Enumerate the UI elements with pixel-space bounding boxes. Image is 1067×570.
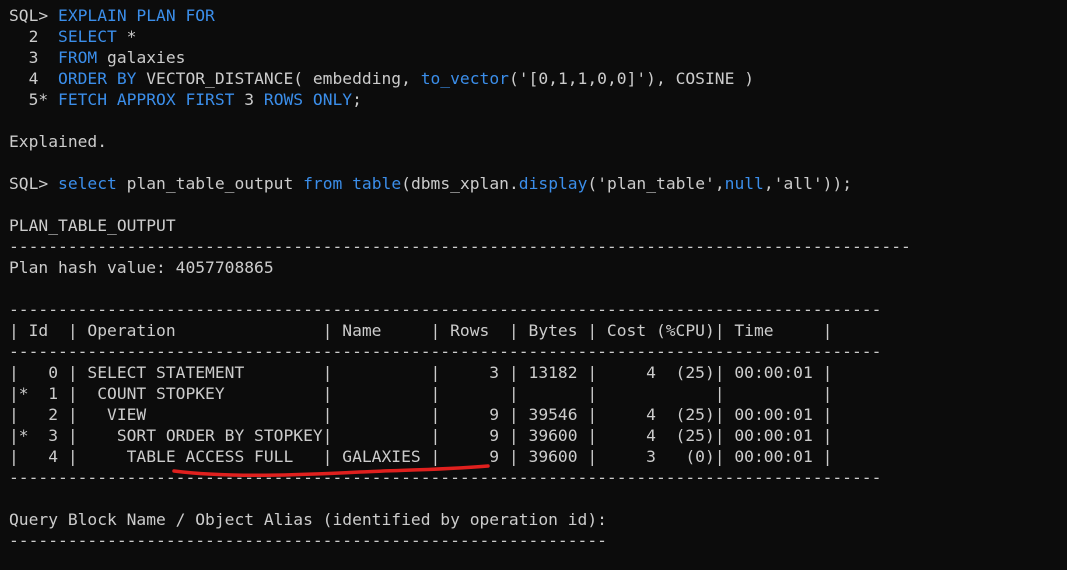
- sql-keyword: table: [352, 174, 402, 193]
- terminal-line: ----------------------------------------…: [9, 236, 911, 257]
- terminal-text: ;: [352, 90, 362, 109]
- terminal-line: 2 SELECT *: [9, 26, 137, 47]
- sql-keyword: ORDER BY: [58, 69, 137, 88]
- terminal-line: Explained.: [9, 131, 107, 152]
- terminal-line: 5* FETCH APPROX FIRST 3 ROWS ONLY;: [9, 89, 362, 110]
- sql-keyword: ROWS ONLY: [263, 90, 353, 109]
- terminal-text: ----------------------------------------…: [9, 468, 882, 487]
- terminal-line: PLAN_TABLE_OUTPUT: [9, 215, 176, 236]
- terminal-text: Query Block Name / Object Alias (identif…: [9, 510, 607, 529]
- terminal-line: SQL> select plan_table_output from table…: [9, 173, 852, 194]
- sql-keyword: FROM: [58, 48, 98, 67]
- terminal-window[interactable]: SQL> EXPLAIN PLAN FOR 2 SELECT * 3 FROM …: [0, 0, 1067, 570]
- terminal-text: ('plan_table',: [587, 174, 725, 193]
- terminal-text: | Id | Operation | Name | Rows | Bytes |…: [9, 321, 833, 340]
- terminal-text: plan_table_output: [116, 174, 304, 193]
- terminal-line: | 4 | TABLE ACCESS FULL | GALAXIES | 9 |…: [9, 446, 832, 467]
- sql-keyword: FETCH APPROX FIRST: [58, 90, 235, 109]
- terminal-text: 3: [234, 90, 264, 109]
- terminal-line: Query Block Name / Object Alias (identif…: [9, 509, 607, 530]
- terminal-text: | 0 | SELECT STATEMENT | | 3 | 13182 | 4…: [9, 363, 833, 382]
- sql-keyword: null: [724, 174, 764, 193]
- terminal-line: SQL> EXPLAIN PLAN FOR: [9, 5, 215, 26]
- terminal-line: | 2 | VIEW | | 9 | 39546 | 4 (25)| 00:00…: [9, 404, 832, 425]
- terminal-text: ('[0,1,1,0,0]'), COSINE ): [508, 69, 754, 88]
- terminal-text: ----------------------------------------…: [9, 237, 911, 256]
- terminal-text: ----------------------------------------…: [9, 300, 882, 319]
- terminal-line: 3 FROM galaxies: [9, 47, 186, 68]
- terminal-text: Explained.: [9, 132, 108, 151]
- terminal-text: 4: [9, 69, 59, 88]
- terminal-text: SQL>: [9, 174, 59, 193]
- terminal-text: 3: [9, 48, 59, 67]
- terminal-line: |* 1 | COUNT STOPKEY | | | | | |: [9, 383, 832, 404]
- terminal-line: ----------------------------------------…: [9, 341, 881, 362]
- terminal-text: 2: [9, 27, 59, 46]
- terminal-text: |* 1 | COUNT STOPKEY | | | | | |: [9, 384, 833, 403]
- terminal-line: ----------------------------------------…: [9, 299, 881, 320]
- sql-keyword: from: [303, 174, 343, 193]
- terminal-text: 5*: [9, 90, 59, 109]
- terminal-text: | 2 | VIEW | | 9 | 39546 | 4 (25)| 00:00…: [9, 405, 833, 424]
- terminal-line: | Id | Operation | Name | Rows | Bytes |…: [9, 320, 832, 341]
- terminal-text: VECTOR_DISTANCE( embedding,: [136, 69, 421, 88]
- sql-keyword: EXPLAIN PLAN FOR: [58, 6, 215, 25]
- terminal-line: 4 ORDER BY VECTOR_DISTANCE( embedding, t…: [9, 68, 754, 89]
- sql-keyword: display: [518, 174, 588, 193]
- terminal-text: ----------------------------------------…: [9, 531, 607, 550]
- terminal-text: (dbms_xplan.: [401, 174, 519, 193]
- terminal-text: galaxies: [97, 48, 186, 67]
- terminal-text: | 4 | TABLE ACCESS FULL | GALAXIES | 9 |…: [9, 447, 833, 466]
- terminal-line: |* 3 | SORT ORDER BY STOPKEY| | 9 | 3960…: [9, 425, 832, 446]
- terminal-text: ----------------------------------------…: [9, 342, 882, 361]
- terminal-text: |* 3 | SORT ORDER BY STOPKEY| | 9 | 3960…: [9, 426, 833, 445]
- terminal-line: ----------------------------------------…: [9, 530, 607, 551]
- terminal-text: *: [116, 27, 137, 46]
- terminal-line: Plan hash value: 4057708865: [9, 257, 274, 278]
- sql-keyword: SELECT: [58, 27, 117, 46]
- terminal-text: ,'all'));: [763, 174, 853, 193]
- terminal-text: SQL>: [9, 6, 59, 25]
- terminal-line: | 0 | SELECT STATEMENT | | 3 | 13182 | 4…: [9, 362, 832, 383]
- terminal-text: PLAN_TABLE_OUTPUT: [9, 216, 176, 235]
- terminal-line: ----------------------------------------…: [9, 467, 881, 488]
- terminal-text: Plan hash value: 4057708865: [9, 258, 274, 277]
- sql-keyword: to_vector: [420, 69, 509, 88]
- sql-keyword: select: [58, 174, 117, 193]
